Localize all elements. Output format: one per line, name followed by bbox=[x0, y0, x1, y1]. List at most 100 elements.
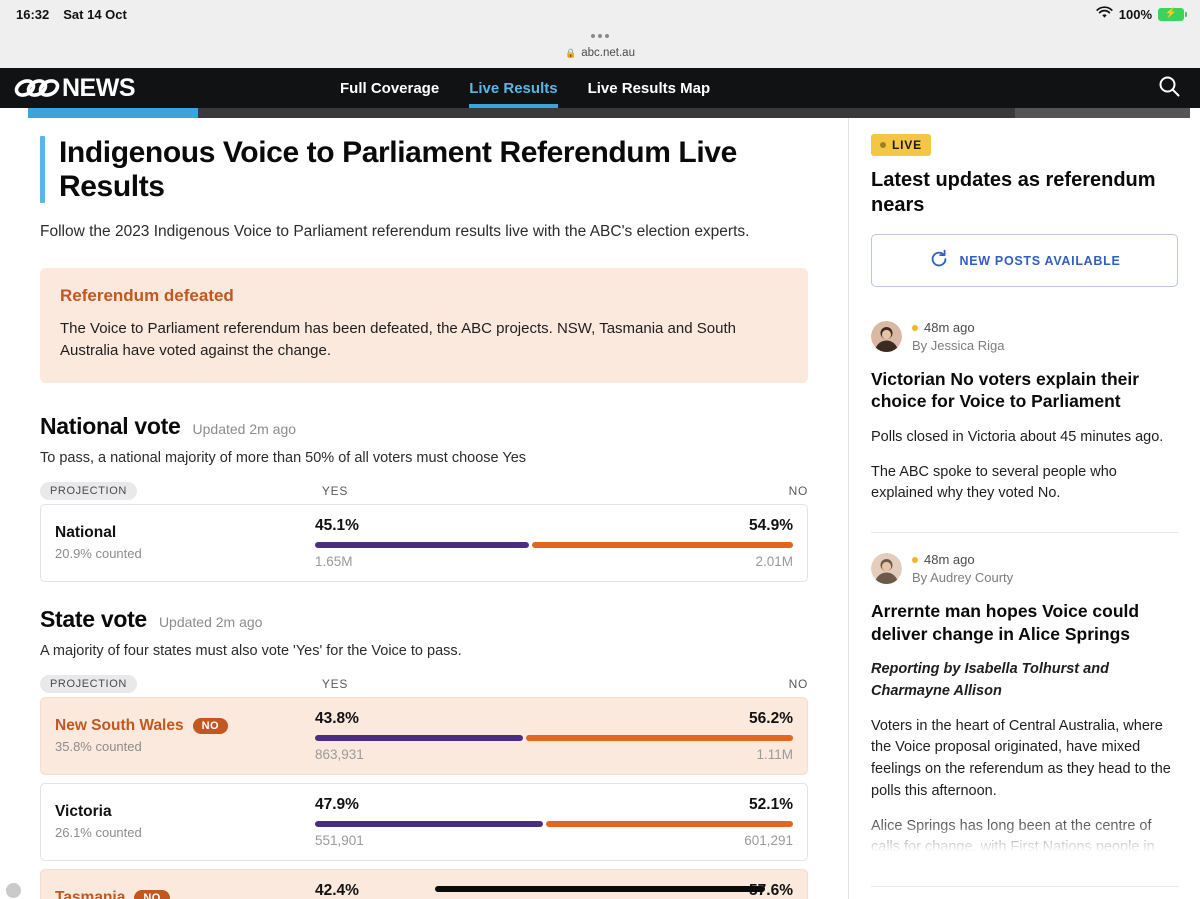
post-timestamp: 48m ago bbox=[912, 319, 1004, 337]
row-no-percent: 54.9% bbox=[749, 516, 793, 534]
post-title[interactable]: Arrernte man hopes Voice could deliver c… bbox=[871, 600, 1178, 645]
projection-badge: PROJECTION bbox=[40, 481, 137, 500]
row-bars: 43.8% 56.2% 863,931 1.11M bbox=[315, 710, 793, 762]
national-section-title: National vote bbox=[40, 412, 181, 439]
status-bar: 16:32 Sat 14 Oct 100% ⚡ bbox=[0, 0, 1200, 28]
row-yes-count: 551,901 bbox=[315, 832, 364, 848]
row-region-name: New South Wales NO bbox=[55, 717, 315, 735]
table-row[interactable]: National 20.9% counted 45.1% 54.9% 1.65M 2.01… bbox=[40, 503, 808, 582]
national-section-subtitle: To pass, a national majority of more tha… bbox=[40, 449, 527, 466]
tab-full-coverage[interactable]: Full Coverage bbox=[340, 68, 439, 108]
browser-tab-dots bbox=[0, 28, 1200, 44]
row-bar-yes bbox=[315, 734, 524, 741]
row-bars: 45.1% 54.9% 1.65M 2.01M bbox=[315, 517, 793, 569]
status-date: Sat 14 Oct bbox=[63, 6, 127, 22]
home-indicator bbox=[435, 886, 765, 892]
post-paragraph: Polls closed in Victoria about 45 minute… bbox=[871, 428, 1164, 445]
new-posts-button[interactable]: NEW POSTS AVAILABLE bbox=[871, 234, 1178, 287]
state-section-title: State vote bbox=[40, 605, 147, 632]
national-column-headers: PROJECTION YES NO bbox=[40, 481, 808, 500]
table-row[interactable]: New South Wales NO 35.8% counted 43.8% 56.2%… bbox=[40, 696, 808, 775]
row-yes-percent: 47.9% bbox=[315, 795, 359, 813]
tab-live-results-map[interactable]: Live Results Map bbox=[588, 68, 711, 108]
table-row[interactable]: TasmaniaNO45.6% counted42.4%57.6%77,6281… bbox=[40, 868, 808, 899]
post-title[interactable]: Victorian No voters explain their choice… bbox=[871, 368, 1178, 413]
avatar bbox=[871, 553, 902, 585]
tab-overview-dots-icon[interactable] bbox=[591, 34, 609, 38]
row-percent-line: 45.1% 54.9% bbox=[315, 517, 793, 535]
national-results-list: National 20.9% counted 45.1% 54.9% 1.65M 2.01… bbox=[40, 503, 808, 582]
row-count-line: 863,931 1.11M bbox=[315, 747, 793, 762]
live-blog-sidebar: LIVE Latest updates as referendum nears … bbox=[848, 118, 1200, 899]
row-no-count: 601,291 bbox=[744, 832, 793, 848]
row-bar-yes bbox=[315, 541, 530, 548]
national-vote-section: National vote Updated 2m ago To pass, a … bbox=[40, 413, 808, 582]
row-label: Victoria 26.1% counted bbox=[55, 803, 315, 840]
row-yes-percent: 43.8% bbox=[315, 709, 359, 727]
lock-icon: 🔒 bbox=[565, 47, 577, 58]
row-bar-no bbox=[545, 820, 793, 827]
row-bar-track bbox=[315, 541, 793, 548]
row-label: National 20.9% counted bbox=[55, 524, 315, 561]
row-label: New South Wales NO 35.8% counted bbox=[55, 717, 315, 754]
post-meta-text: 48m ago By Audrey Courty bbox=[912, 551, 1013, 586]
battery-percent: 100% bbox=[1118, 6, 1152, 22]
strip-segment-left bbox=[0, 108, 28, 118]
status-badge: NO bbox=[134, 890, 170, 899]
post-meta: 48m ago By Jessica Riga bbox=[871, 319, 1178, 354]
live-status-badge: LIVE bbox=[871, 134, 931, 156]
title-accent-bar bbox=[40, 136, 45, 204]
live-post[interactable]: 48m ago By Jessica Riga Victorian No voter… bbox=[871, 301, 1178, 532]
row-bar-track bbox=[315, 820, 793, 827]
row-counted-label: 26.1% counted bbox=[55, 825, 142, 841]
live-post[interactable]: 48m ago By Audrey Courty Arrernte man hope… bbox=[871, 532, 1178, 886]
abc-news-logo[interactable]: NEWS bbox=[0, 75, 136, 101]
strip-segment-dark bbox=[198, 108, 1015, 118]
live-posts-list: 48m ago By Jessica Riga Victorian No voter… bbox=[871, 301, 1178, 899]
row-percent-line: 47.9% 52.1% bbox=[315, 796, 793, 814]
wifi-icon bbox=[1096, 6, 1113, 22]
post-live-dot-icon bbox=[912, 324, 918, 331]
result-alert-banner: Referendum defeated The Voice to Parliam… bbox=[40, 267, 808, 383]
row-no-count: 2.01M bbox=[755, 553, 793, 569]
row-label: TasmaniaNO45.6% counted bbox=[55, 889, 315, 899]
row-region-name: Tasmania NO bbox=[55, 889, 315, 899]
projection-badge: PROJECTION bbox=[40, 674, 137, 693]
state-section-header: State vote Updated 2m ago bbox=[40, 606, 808, 633]
state-updated-label: Updated 2m ago bbox=[158, 613, 263, 630]
page-title: Indigenous Voice to Parliament Referendu… bbox=[59, 136, 737, 203]
row-counted-label: 35.8% counted bbox=[55, 739, 142, 755]
post-author: By Jessica Riga bbox=[912, 337, 1005, 353]
table-row[interactable]: Victoria 26.1% counted 47.9% 52.1% 551,901 60… bbox=[40, 782, 808, 861]
row-bar-no bbox=[532, 541, 793, 548]
live-dot-icon bbox=[880, 142, 886, 148]
row-no-count: 1.11M bbox=[756, 746, 793, 762]
address-bar-url: abc.net.au bbox=[581, 47, 635, 59]
tab-live-results[interactable]: Live Results bbox=[469, 68, 558, 108]
avatar bbox=[871, 321, 902, 353]
row-bar-yes bbox=[315, 820, 543, 827]
row-count-line: 551,901 601,291 bbox=[315, 833, 793, 848]
live-post[interactable]: 52m agoBy Yara Murray-AtfieldA peek insi… bbox=[871, 886, 1178, 899]
refresh-icon bbox=[929, 249, 949, 272]
abc-logo-icon bbox=[14, 76, 60, 100]
national-updated-label: Updated 2m ago bbox=[192, 420, 297, 437]
row-yes-count: 1.65M bbox=[315, 553, 353, 569]
search-icon[interactable] bbox=[1158, 75, 1180, 102]
post-paragraph: Alice Springs has long been at the centr… bbox=[871, 813, 1178, 860]
address-bar[interactable]: 🔒 abc.net.au bbox=[0, 44, 1200, 62]
column-header-yes: YES bbox=[321, 676, 349, 691]
column-header-no: NO bbox=[788, 483, 808, 498]
row-no-percent: 56.2% bbox=[749, 709, 793, 727]
page-standfirst: Follow the 2023 Indigenous Voice to Parl… bbox=[40, 223, 750, 241]
status-badge: NO bbox=[192, 718, 229, 735]
post-live-dot-icon bbox=[912, 556, 918, 563]
scroll-handle[interactable] bbox=[6, 883, 21, 898]
state-section-subtitle: A majority of four states must also vote… bbox=[40, 642, 462, 659]
alert-body: The Voice to Parliament referendum has b… bbox=[60, 319, 736, 360]
post-meta-text: 48m ago By Jessica Riga bbox=[912, 319, 1004, 354]
row-bar-no bbox=[526, 734, 793, 741]
row-region-label: New South Wales bbox=[55, 717, 184, 735]
national-section-header: National vote Updated 2m ago bbox=[40, 413, 808, 440]
page-progress-strip bbox=[0, 108, 1200, 118]
